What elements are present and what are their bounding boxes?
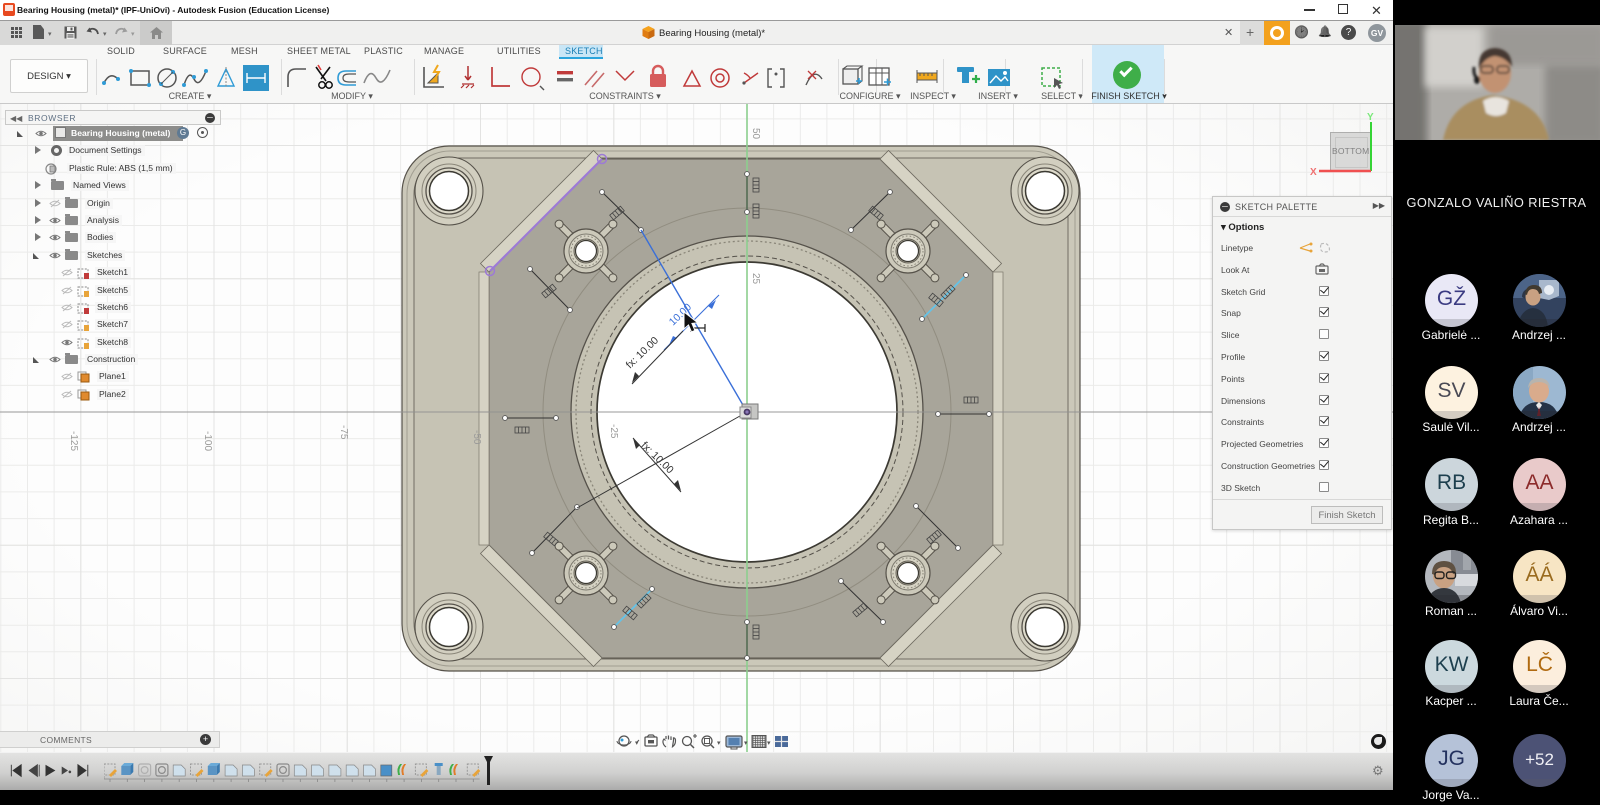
svg-text:-25: -25 <box>608 424 619 439</box>
svg-text:50: 50 <box>750 128 761 140</box>
svg-text:-75: -75 <box>338 425 349 440</box>
svg-text:▾: ▾ <box>767 740 771 747</box>
svg-text:▾: ▾ <box>717 740 721 747</box>
svg-text:Y: Y <box>1367 112 1374 123</box>
svg-text:▾: ▾ <box>744 740 748 747</box>
svg-text:X: X <box>1310 167 1317 178</box>
svg-text:-50: -50 <box>471 430 482 445</box>
svg-text:25: 25 <box>750 273 761 285</box>
svg-text:-125: -125 <box>68 431 79 451</box>
svg-text:▾: ▾ <box>635 740 639 747</box>
svg-text:-100: -100 <box>202 431 213 451</box>
